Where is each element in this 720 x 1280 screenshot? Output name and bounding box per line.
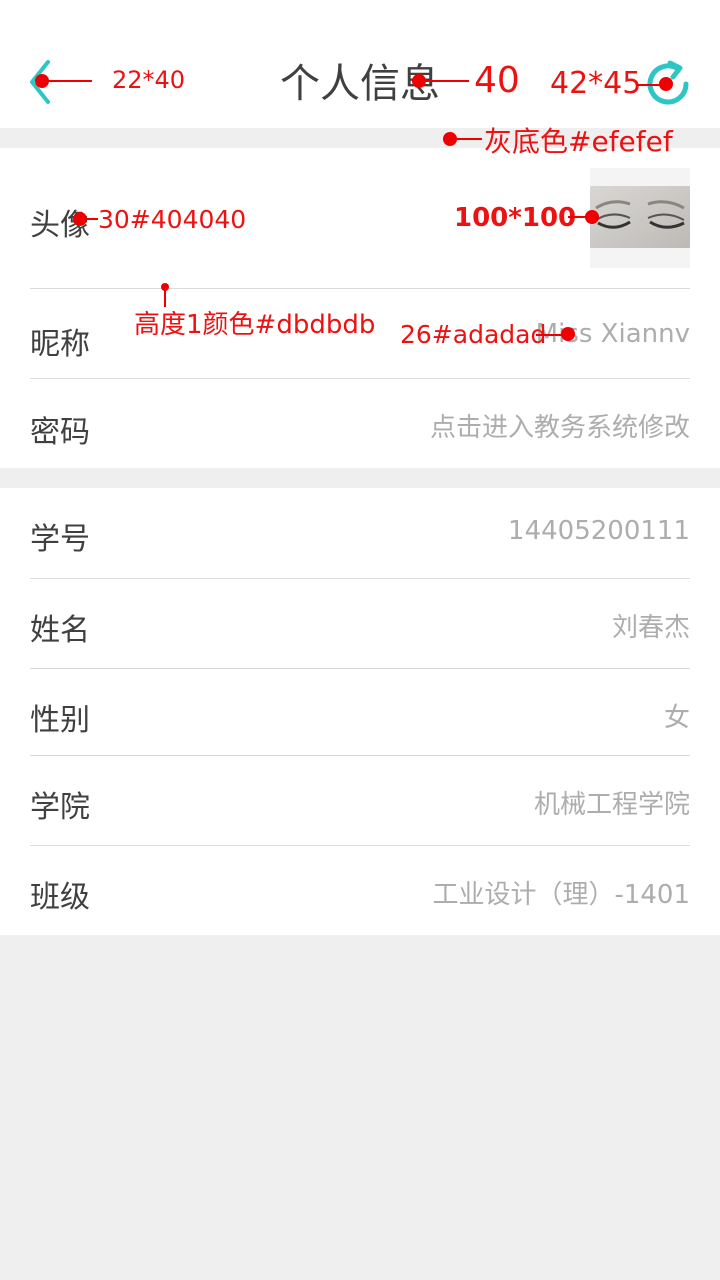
annotation-line — [419, 80, 469, 82]
annotation-refresh-size: 42*45 — [550, 66, 642, 101]
annotation-line — [450, 138, 482, 140]
avatar[interactable] — [590, 168, 690, 268]
college-label: 学院 — [30, 790, 90, 825]
annotation-title-size: 40 — [474, 60, 520, 101]
name-row: 姓名 刘春杰 — [30, 579, 690, 668]
gender-row: 性别 女 — [30, 669, 690, 755]
annotation-gray-bg: 灰底色#efefef — [484, 125, 673, 158]
class-value: 工业设计（理）-1401 — [432, 880, 690, 910]
annotation-line — [80, 218, 98, 220]
gender-label: 性别 — [30, 703, 90, 738]
class-label: 班级 — [30, 880, 90, 915]
header-bar: 个人信息 — [0, 0, 720, 128]
annotation-divider-spec: 高度1颜色#dbdbdb — [134, 310, 376, 340]
password-value: 点击进入教务系统修改 — [429, 413, 690, 443]
class-row: 班级 工业设计（理）-1401 — [30, 846, 690, 935]
annotation-line — [42, 80, 92, 82]
college-value: 机械工程学院 — [533, 790, 690, 820]
annotation-value-spec: 26#adadad — [400, 320, 547, 349]
annotation-avatar-size: 100*100 — [454, 203, 577, 233]
student-id-value: 14405200111 — [508, 516, 690, 546]
student-info-card: 学号 14405200111 姓名 刘春杰 性别 女 学院 机械工程学院 班级 … — [0, 488, 720, 935]
password-label: 密码 — [30, 415, 90, 450]
name-value: 刘春杰 — [611, 613, 690, 643]
student-id-label: 学号 — [30, 522, 90, 557]
name-label: 姓名 — [30, 613, 90, 648]
gender-value: 女 — [663, 703, 690, 733]
password-row[interactable]: 密码 点击进入教务系统修改 — [30, 379, 690, 468]
nickname-label: 昵称 — [30, 327, 90, 362]
annotation-label-spec: 30#404040 — [98, 205, 247, 234]
annotation-dot — [585, 210, 599, 224]
annotation-back-size: 22*40 — [112, 66, 186, 94]
student-id-row: 学号 14405200111 — [30, 488, 690, 578]
college-row: 学院 机械工程学院 — [30, 756, 690, 845]
annotation-dot — [561, 327, 575, 341]
annotation-dot — [659, 77, 673, 91]
